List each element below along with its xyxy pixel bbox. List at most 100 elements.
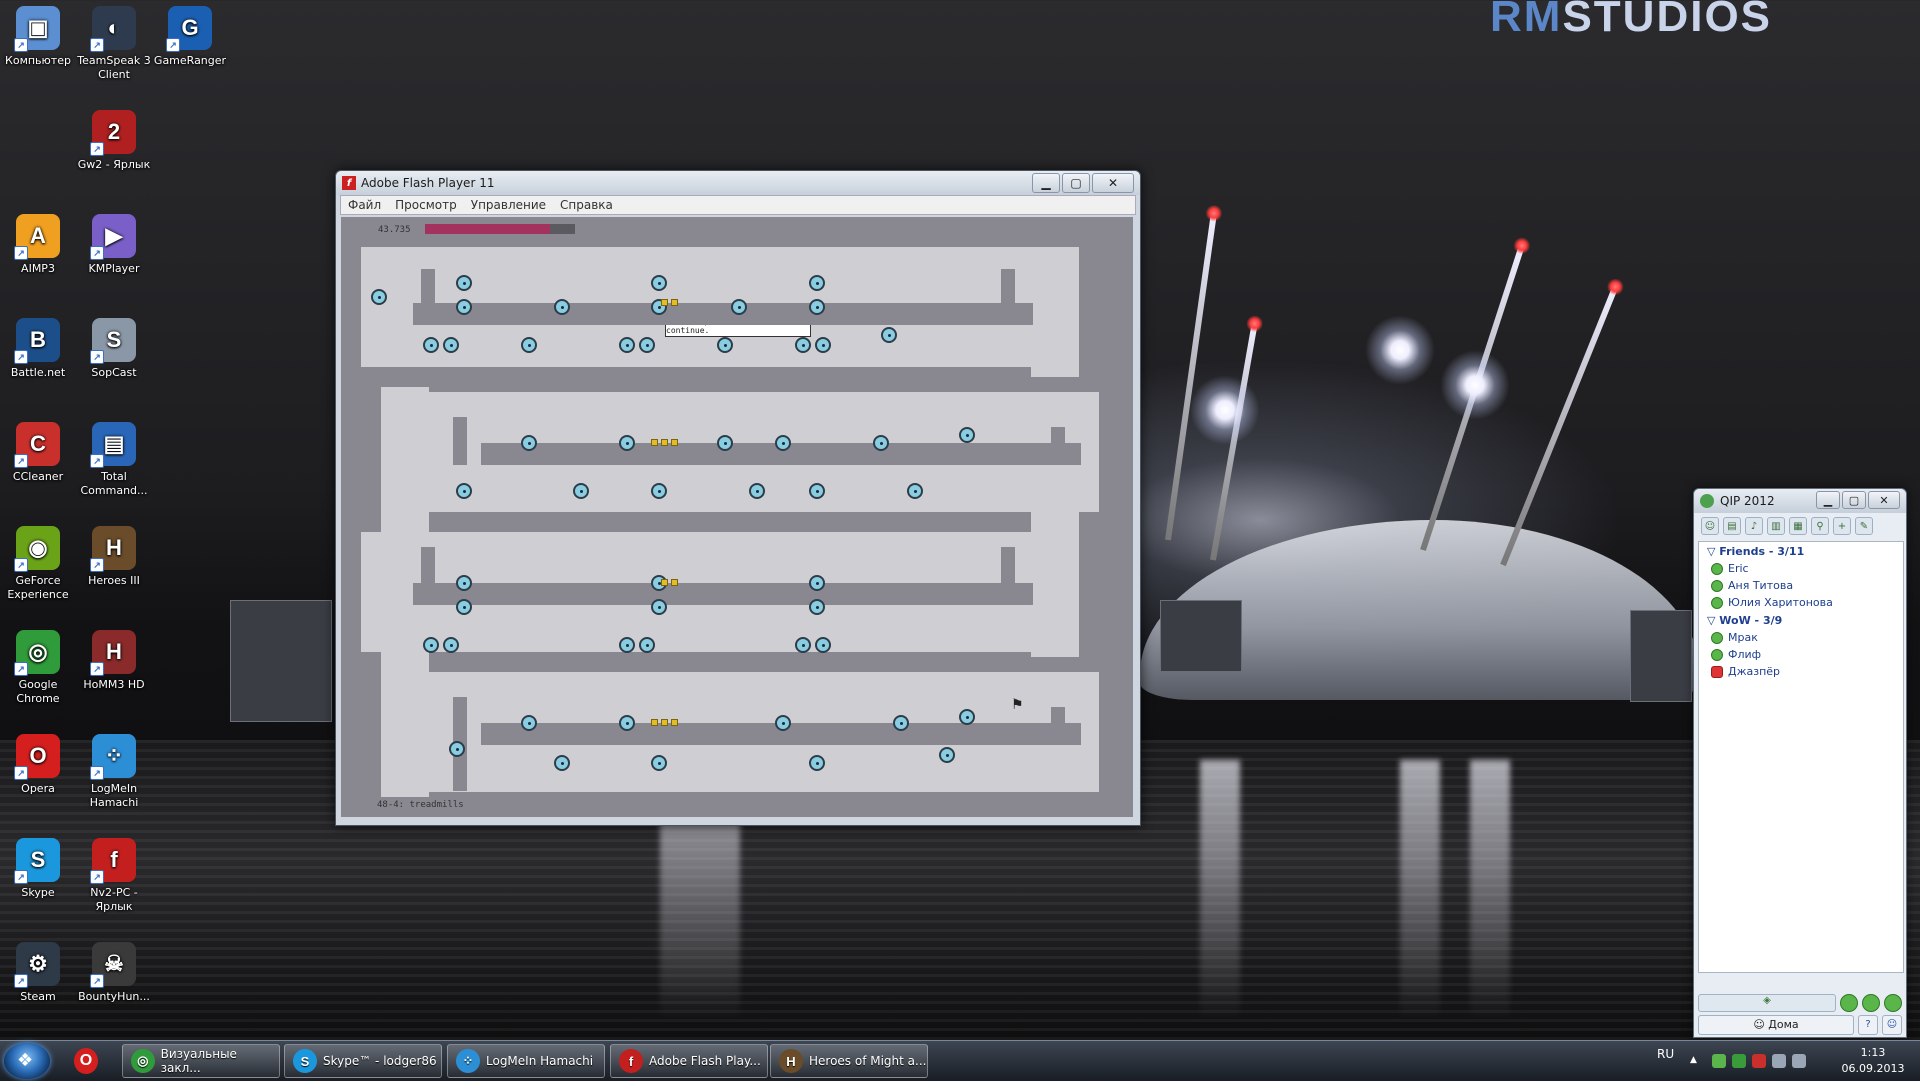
desktop-shortcut[interactable]: ◉ ↗ GeForce Experience: [1, 526, 75, 602]
desktop-shortcut[interactable]: G ↗ GameRanger: [153, 6, 227, 68]
monitor-tray-icon[interactable]: [1772, 1054, 1786, 1068]
taskbar-button[interactable]: S Skype™ - lodger86: [284, 1044, 442, 1078]
clock[interactable]: 1:13 06.09.2013: [1828, 1045, 1918, 1077]
desktop-shortcut[interactable]: ▶ ↗ KMPlayer: [77, 214, 151, 276]
show-hidden-icons[interactable]: ▲: [1690, 1055, 1697, 1065]
taskbar-button[interactable]: ⁘ LogMeIn Hamachi: [447, 1044, 605, 1078]
minimize-button[interactable]: ▁: [1816, 491, 1840, 509]
user-icon[interactable]: ☺: [1882, 1015, 1902, 1035]
qip-menu-button[interactable]: ◈: [1698, 994, 1836, 1012]
taskbar-button[interactable]: ◎ Визуальные закл...: [122, 1044, 280, 1078]
drone-enemy: [456, 275, 472, 291]
refresh-icon[interactable]: [1862, 994, 1880, 1012]
network-tray-icon[interactable]: [1732, 1054, 1746, 1068]
contact-item[interactable]: Eric: [1699, 560, 1903, 577]
desktop-shortcut[interactable]: H ↗ Heroes III: [77, 526, 151, 588]
desktop-shortcut[interactable]: 2 ↗ Gw2 - Ярлык: [77, 110, 151, 172]
opera-pinned[interactable]: O: [62, 1044, 110, 1078]
desktop-shortcut-label: Nv2-PC - Ярлык: [90, 886, 138, 913]
drone-enemy: [809, 483, 825, 499]
menu-view[interactable]: Просмотр: [388, 198, 464, 212]
desktop-shortcut[interactable]: f ↗ Nv2-PC - Ярлык: [77, 838, 151, 914]
contact-item[interactable]: Юлия Харитонова: [1699, 594, 1903, 611]
add-contact-icon[interactable]: +: [1833, 517, 1851, 535]
drone-enemy: [959, 709, 975, 725]
desktop-shortcut[interactable]: ▣ ↗ Компьютер: [1, 6, 75, 68]
close-button[interactable]: ✕: [1092, 173, 1134, 193]
hamachi-icon: ⁘: [456, 1049, 480, 1073]
flash-title-bar[interactable]: f Adobe Flash Player 11 ▁ ▢ ✕: [336, 171, 1140, 195]
chrome-icon: ◎: [131, 1049, 155, 1073]
menu-control[interactable]: Управление: [464, 198, 553, 212]
group-header[interactable]: ▽ Friends - 3/11: [1699, 542, 1903, 560]
gold-piece: [671, 579, 678, 586]
shortcut-arrow-icon: ↗: [166, 38, 180, 52]
drone-enemy: [449, 741, 465, 757]
desktop-shortcut[interactable]: ⁘ ↗ LogMeIn Hamachi: [77, 734, 151, 810]
start-button[interactable]: ❖: [4, 1043, 50, 1079]
contact-item[interactable]: Аня Титова: [1699, 577, 1903, 594]
drone-enemy: [521, 337, 537, 353]
files-icon[interactable]: ▥: [1767, 517, 1785, 535]
close-button[interactable]: ✕: [1868, 491, 1900, 509]
flag-tray-icon[interactable]: [1752, 1054, 1766, 1068]
flash-player-window[interactable]: f Adobe Flash Player 11 ▁ ▢ ✕ Файл Просм…: [335, 170, 1141, 826]
desktop-shortcut[interactable]: H ↗ HoMM3 HD: [77, 630, 151, 692]
qip-title-bar[interactable]: QIP 2012 ▁ ▢ ✕: [1694, 489, 1906, 513]
desktop-shortcut[interactable]: B ↗ Battle.net: [1, 318, 75, 380]
desktop-shortcut-label: TeamSpeak 3 Client: [77, 54, 151, 81]
help-icon[interactable]: ?: [1858, 1015, 1878, 1035]
desktop-shortcut-label: Opera: [21, 782, 55, 795]
contact-item[interactable]: Мрак: [1699, 629, 1903, 646]
skype-icon: S ↗: [14, 838, 60, 884]
taskbar-button[interactable]: f Adobe Flash Play...: [610, 1044, 768, 1078]
minimize-button[interactable]: ▁: [1032, 173, 1060, 193]
volume-tray-icon[interactable]: [1792, 1054, 1806, 1068]
menu-help[interactable]: Справка: [553, 198, 620, 212]
desktop-shortcut[interactable]: ◎ ↗ Google Chrome: [1, 630, 75, 706]
time-bar: [425, 224, 575, 234]
desktop-shortcut[interactable]: ⚙ ↗ Steam: [1, 942, 75, 1004]
gold-piece: [661, 719, 668, 726]
qip-window[interactable]: QIP 2012 ▁ ▢ ✕ ☺ ▤ ♪ ▥ ▦ ⚲ + ✎ ▽ Friends…: [1693, 488, 1907, 1038]
level-name: 48-4: treadmills: [377, 800, 464, 810]
gold-piece: [661, 299, 668, 306]
search-contacts-icon[interactable]: ⚲: [1811, 517, 1829, 535]
menu-file[interactable]: Файл: [341, 198, 388, 212]
group-header[interactable]: ▽ WoW - 3/9: [1699, 611, 1903, 629]
desktop-shortcut[interactable]: S ↗ SopCast: [77, 318, 151, 380]
phone-icon[interactable]: [1840, 994, 1858, 1012]
desktop-shortcut[interactable]: ◐ ↗ TeamSpeak 3 Client: [77, 6, 151, 82]
edit-icon[interactable]: ✎: [1855, 517, 1873, 535]
game-canvas[interactable]: 43.735 ouch... press JUMP to continue. ⚑…: [341, 217, 1133, 817]
status-selector[interactable]: ☺ Дома: [1698, 1015, 1854, 1035]
sound-icon[interactable]: ♪: [1745, 517, 1763, 535]
desktop-shortcut[interactable]: ▤ ↗ Total Command...: [77, 422, 151, 498]
desktop-shortcut[interactable]: S ↗ Skype: [1, 838, 75, 900]
maximize-button[interactable]: ▢: [1842, 491, 1866, 509]
taskbar-button[interactable]: H Heroes of Might a...: [770, 1044, 928, 1078]
history-icon[interactable]: ▤: [1723, 517, 1741, 535]
filter-icon[interactable]: [1884, 994, 1902, 1012]
calendar-icon[interactable]: ▦: [1789, 517, 1807, 535]
contact-item[interactable]: Флиф: [1699, 646, 1903, 663]
shortcut-arrow-icon: ↗: [90, 870, 104, 884]
ninja-player: ⚑: [1011, 697, 1024, 713]
drone-enemy: [554, 299, 570, 315]
drone-enemy: [651, 483, 667, 499]
qip-tray-icon[interactable]: [1712, 1054, 1726, 1068]
computer-icon: ▣ ↗: [14, 6, 60, 52]
wallpaper-mast: [1165, 204, 1223, 541]
desktop-shortcut[interactable]: C ↗ CCleaner: [1, 422, 75, 484]
language-indicator[interactable]: RU: [1657, 1047, 1674, 1061]
contacts-icon[interactable]: ☺: [1701, 517, 1719, 535]
gameranger-icon: G ↗: [166, 6, 212, 52]
desktop-shortcut[interactable]: A ↗ AIMP3: [1, 214, 75, 276]
taskbar-button-label: Heroes of Might a...: [809, 1054, 927, 1068]
maximize-button[interactable]: ▢: [1062, 173, 1090, 193]
drone-enemy: [731, 299, 747, 315]
desktop-shortcut[interactable]: ☠ ↗ BountyHun...: [77, 942, 151, 1004]
desktop-shortcut[interactable]: O ↗ Opera: [1, 734, 75, 796]
contact-item[interactable]: Джазпёр: [1699, 663, 1903, 680]
heart-status-icon: [1711, 665, 1723, 678]
